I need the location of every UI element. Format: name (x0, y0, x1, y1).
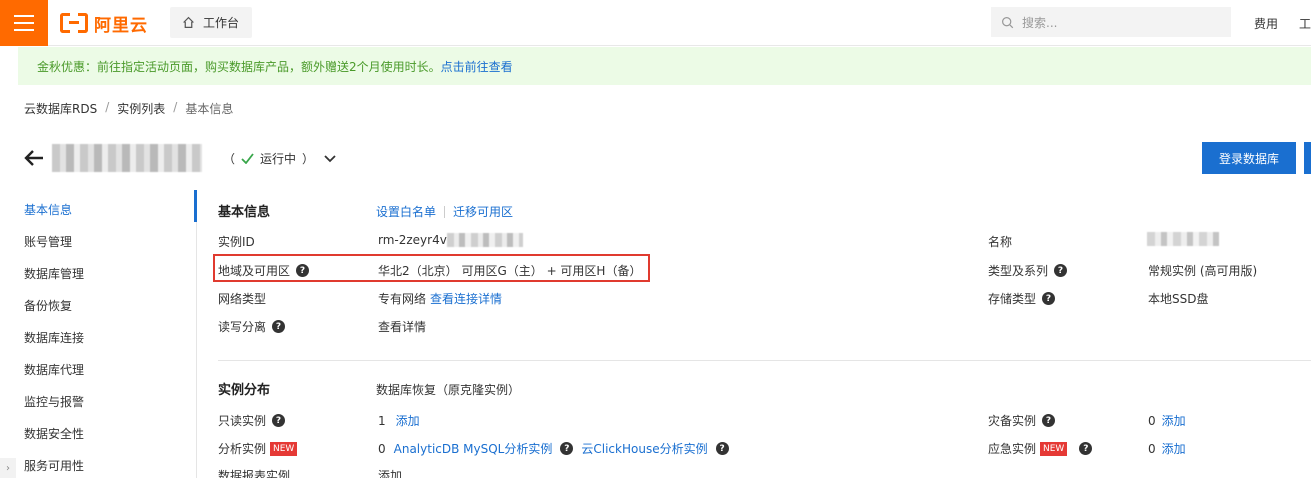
breadcrumb: 云数据库RDS / 实例列表 / 基本信息 (24, 100, 234, 117)
page-title-row (22, 143, 202, 173)
left-sidebar: 基本信息 账号管理 数据库管理 备份恢复 数据库连接 数据库代理 监控与报警 数… (0, 190, 197, 478)
workbench-button[interactable]: 工作台 (170, 7, 252, 38)
instance-id-value: rm-2zeyr4v (378, 233, 523, 247)
next-button-edge[interactable] (1304, 142, 1311, 174)
aliyun-logo[interactable]: 阿里云 (60, 11, 148, 36)
instance-name-redacted (52, 144, 202, 172)
billing-link[interactable]: 费用 (1254, 15, 1278, 32)
status-text: 运行中 (260, 152, 297, 166)
distribution-title: 实例分布 (218, 383, 271, 398)
storage-type-value: 本地SSD盘 (1148, 292, 1209, 306)
set-whitelist-link[interactable]: 设置白名单 (376, 203, 436, 220)
help-icon[interactable]: ? (1042, 414, 1056, 427)
aliyun-logo-mark-icon (60, 13, 88, 33)
add-dr-link[interactable]: 添加 (1162, 412, 1186, 429)
logo-text: 阿里云 (94, 15, 148, 36)
sidebar-item-connection[interactable]: 数据库连接 (24, 329, 84, 346)
search-icon (1002, 16, 1014, 28)
sidebar-item-basic-info[interactable]: 基本信息 (24, 201, 72, 218)
analytic-label: 分析实例 NEW (218, 440, 298, 457)
type-series-label: 类型及系列? (988, 262, 1068, 279)
clickhouse-link[interactable]: 云ClickHouse分析实例 (581, 440, 707, 457)
breadcrumb-current: 基本信息 (185, 102, 234, 116)
readonly-value: 1 添加 (378, 412, 420, 429)
hamburger-menu-icon[interactable] (0, 0, 48, 46)
promo-text: 金秋优惠：前往指定活动页面，购买数据库产品，额外赠送2个月使用时长。 (37, 59, 441, 74)
sidebar-item-monitoring[interactable]: 监控与报警 (24, 393, 84, 410)
login-database-button[interactable]: 登录数据库 (1202, 142, 1296, 174)
name-label: 名称 (988, 235, 1013, 249)
region-label: 地域及可用区? (218, 262, 310, 279)
readonly-label: 只读实例? (218, 412, 286, 429)
migrate-zone-link[interactable]: 迁移可用区 (453, 203, 513, 220)
home-icon (183, 16, 194, 28)
section-divider (218, 360, 1311, 361)
top-link-truncated[interactable]: 工 (1299, 15, 1311, 32)
sidebar-item-security[interactable]: 数据安全性 (24, 425, 84, 442)
sidebar-item-availability[interactable]: 服务可用性 (24, 457, 84, 474)
help-icon[interactable]: ? (272, 320, 286, 333)
add-report-link[interactable]: 添加 (378, 467, 402, 478)
help-icon[interactable]: ? (296, 264, 310, 277)
emergency-value: 0 添加 (1148, 440, 1186, 457)
new-badge: NEW (270, 441, 298, 456)
dr-value: 0 添加 (1148, 412, 1186, 429)
network-type-value: 专有网络 查看连接详情 (378, 290, 503, 307)
help-icon[interactable]: ? (1079, 442, 1093, 455)
emergency-label: 应急实例 NEW? (988, 440, 1093, 457)
promo-link[interactable]: 点击前往查看 (441, 58, 513, 75)
help-icon[interactable]: ? (1054, 264, 1068, 277)
sidebar-item-proxy[interactable]: 数据库代理 (24, 361, 84, 378)
promo-banner: 金秋优惠：前往指定活动页面，购买数据库产品，额外赠送2个月使用时长。 点击前往查看 (18, 47, 1311, 85)
basic-info-title: 基本信息 (218, 205, 271, 220)
search-input[interactable]: 搜索... (991, 7, 1231, 37)
database-restore-link[interactable]: 数据库恢复（原克隆实例） (376, 381, 520, 398)
breadcrumb-rds[interactable]: 云数据库RDS (24, 100, 97, 117)
back-arrow-icon[interactable] (22, 146, 46, 170)
help-icon[interactable]: ? (715, 442, 729, 455)
network-type-label: 网络类型 (218, 292, 267, 306)
new-badge: NEW (1040, 441, 1068, 456)
view-details-link[interactable]: 查看详情 (378, 318, 426, 335)
help-icon[interactable]: ? (560, 442, 574, 455)
report-instance-label: 数据报表实例 (218, 469, 291, 478)
help-icon[interactable]: ? (1042, 292, 1056, 305)
sidebar-item-backup[interactable]: 备份恢复 (24, 297, 72, 314)
add-emergency-link[interactable]: 添加 (1162, 440, 1186, 457)
active-indicator (194, 190, 197, 222)
sidebar-item-accounts[interactable]: 账号管理 (24, 233, 72, 250)
add-readonly-link[interactable]: 添加 (396, 412, 420, 429)
instance-name-value-redacted (1147, 232, 1219, 246)
instance-status[interactable]: （ 运行中 ） (223, 150, 336, 167)
sidebar-item-databases[interactable]: 数据库管理 (24, 265, 84, 282)
sidebar-collapse-chevron-icon[interactable]: › (0, 458, 16, 478)
dr-label: 灾备实例? (988, 412, 1056, 429)
basic-info-actions: 设置白名单 迁移可用区 (376, 203, 513, 220)
instance-id-redacted (446, 233, 523, 247)
help-icon[interactable]: ? (272, 414, 286, 427)
analyticdb-link[interactable]: AnalyticDB MySQL分析实例 (394, 440, 553, 457)
check-icon (241, 153, 254, 164)
search-placeholder: 搜索... (1022, 15, 1058, 30)
analytic-value: 0 AnalyticDB MySQL分析实例 ? 云ClickHouse分析实例… (378, 440, 729, 457)
workbench-label: 工作台 (203, 16, 240, 30)
chevron-down-icon[interactable] (324, 154, 336, 163)
top-navigation-bar: 阿里云 工作台 搜索... 费用 工 (0, 0, 1311, 46)
type-series-value: 常规实例 (高可用版) (1148, 264, 1258, 278)
storage-type-label: 存储类型? (988, 290, 1056, 307)
view-connection-details-link[interactable]: 查看连接详情 (430, 290, 502, 307)
region-value: 华北2（北京） 可用区G（主） + 可用区H（备） (378, 264, 642, 278)
instance-id-label: 实例ID (218, 235, 255, 249)
breadcrumb-instance-list[interactable]: 实例列表 (117, 100, 165, 117)
rw-split-label: 读写分离? (218, 318, 286, 335)
